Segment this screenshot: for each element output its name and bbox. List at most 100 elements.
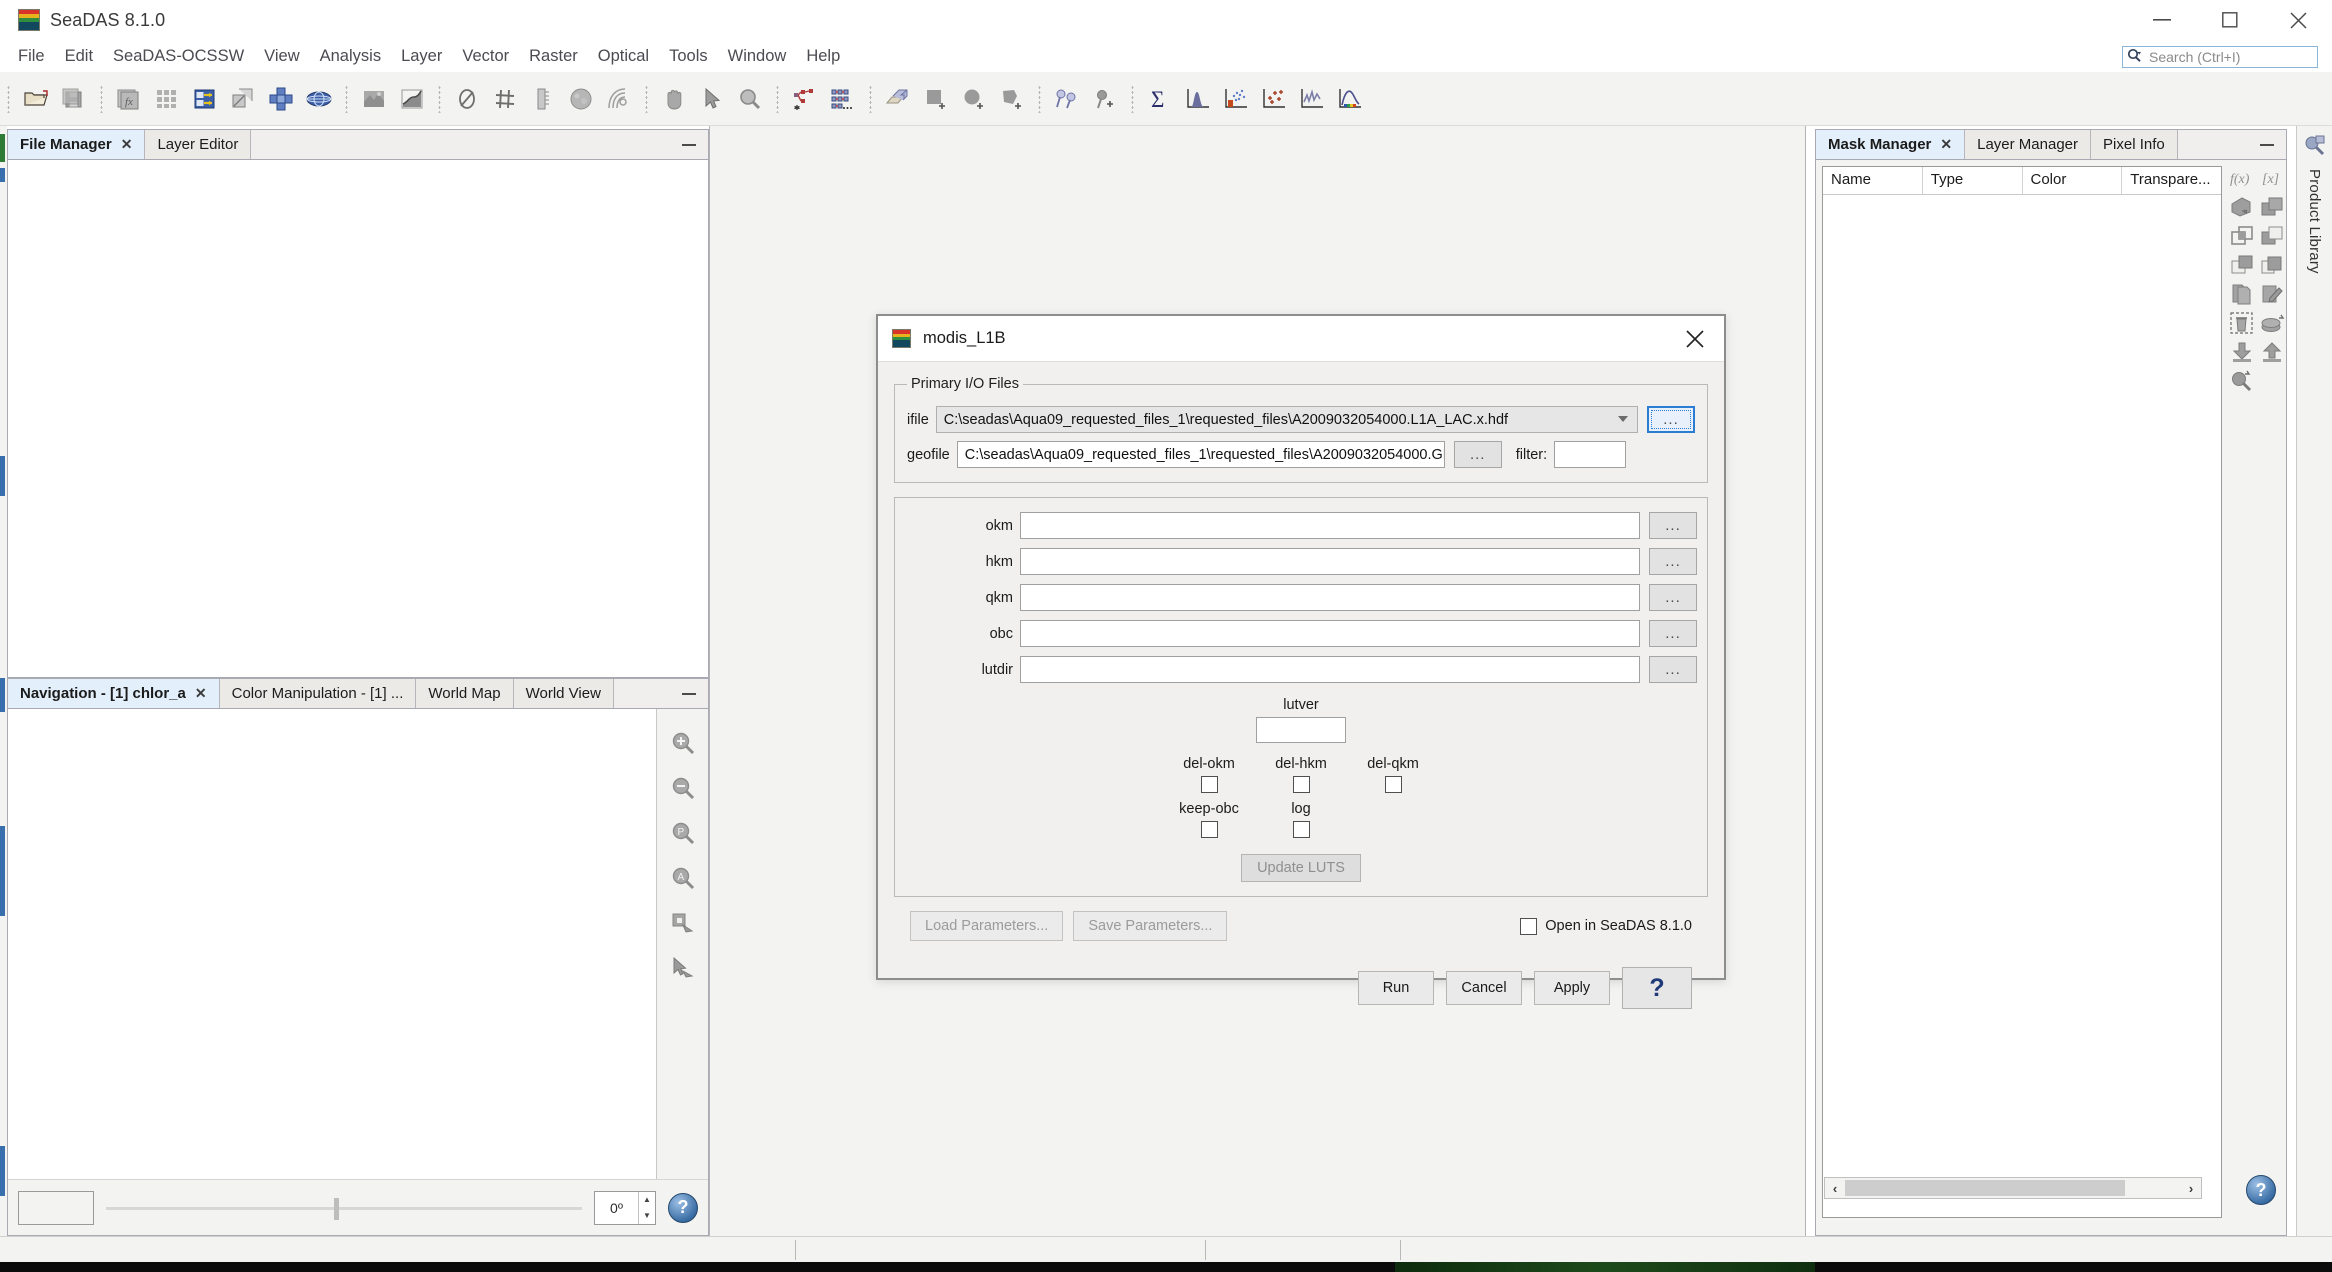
menu-tools[interactable]: Tools	[659, 43, 718, 70]
del-okm-checkbox[interactable]	[1200, 776, 1218, 793]
ellipse-draw-icon[interactable]	[956, 81, 992, 117]
apply-button[interactable]: Apply	[1534, 971, 1610, 1005]
close-icon[interactable]	[1674, 318, 1716, 360]
product-grid-icon[interactable]	[149, 81, 185, 117]
navigation-help-button[interactable]: ?	[668, 1192, 698, 1223]
lutver-input[interactable]	[1256, 717, 1346, 743]
tab-file-manager[interactable]: File Manager ✕	[8, 130, 146, 159]
navigation-thumbnail-box[interactable]	[18, 1190, 94, 1225]
stepper-up-icon[interactable]: ▲	[639, 1192, 655, 1208]
obc-input[interactable]	[1020, 620, 1640, 647]
toolbar-grip[interactable]	[7, 84, 10, 113]
collocate-icon[interactable]	[263, 81, 299, 117]
export-view-icon[interactable]	[880, 81, 916, 117]
mask-horizontal-scrollbar[interactable]: ‹ ›	[1824, 1177, 2202, 1199]
gcp-manager-icon[interactable]	[825, 81, 861, 117]
column-header-transparency[interactable]: Transpare...	[2122, 167, 2221, 194]
tab-mask-manager[interactable]: Mask Manager ✕	[1816, 130, 1966, 159]
band-maths-icon[interactable]: fx	[111, 81, 147, 117]
toolbar-grip[interactable]	[1038, 84, 1041, 113]
okm-input[interactable]	[1020, 512, 1640, 539]
correlative-plot-icon[interactable]	[1256, 81, 1292, 117]
toolbar-grip[interactable]	[776, 84, 779, 113]
minimize-icon[interactable]	[2260, 143, 2274, 146]
polygon-draw-icon[interactable]	[994, 81, 1030, 117]
okm-browse-button[interactable]: ...	[1649, 512, 1697, 539]
band-math-expression-icon[interactable]: f(x)	[2229, 164, 2256, 191]
lutdir-browse-button[interactable]: ...	[1649, 656, 1697, 683]
toolbar-grip[interactable]	[438, 84, 441, 113]
histogram-icon[interactable]	[1180, 81, 1216, 117]
lutdir-input[interactable]	[1020, 656, 1640, 683]
mask-table[interactable]: Name Type Color Transpare...	[1822, 166, 2222, 1218]
tab-pixel-info[interactable]: Pixel Info	[2091, 130, 2178, 159]
pin-manager-icon[interactable]	[1049, 81, 1085, 117]
transfer-mask-icon[interactable]	[2259, 309, 2286, 336]
minimize-icon[interactable]	[2128, 0, 2196, 40]
close-icon[interactable]	[2264, 0, 2332, 40]
land-mask-icon[interactable]	[356, 81, 392, 117]
scroll-right-icon[interactable]: ›	[2181, 1181, 2201, 1196]
scroll-left-icon[interactable]: ‹	[1825, 1181, 1845, 1196]
close-icon[interactable]: ✕	[195, 685, 207, 702]
open-in-seadas-checkbox[interactable]	[1520, 917, 1538, 935]
run-button[interactable]: Run	[1358, 971, 1434, 1005]
toolbar-grip[interactable]	[1131, 84, 1134, 113]
complement-icon[interactable]	[2259, 251, 2286, 278]
tab-color-manipulation[interactable]: Color Manipulation - [1] ...	[219, 679, 417, 708]
zoom-in-icon[interactable]	[667, 727, 699, 759]
mask-manager-help-button[interactable]: ?	[2246, 1175, 2276, 1205]
column-header-name[interactable]: Name	[1823, 167, 1923, 194]
zoom-all-icon[interactable]: A	[667, 862, 699, 894]
update-luts-button[interactable]: Update LUTS	[1241, 854, 1361, 882]
union-icon[interactable]	[2259, 193, 2286, 220]
difference-icon[interactable]	[2259, 222, 2286, 249]
menu-raster[interactable]: Raster	[519, 43, 588, 70]
pan-icon[interactable]	[656, 81, 692, 117]
dialog-help-button[interactable]: ?	[1622, 967, 1692, 1009]
colorbar-icon[interactable]	[525, 81, 561, 117]
scatter-plot-icon[interactable]	[1218, 81, 1254, 117]
zoom-out-icon[interactable]	[667, 772, 699, 804]
tab-world-view[interactable]: World View	[513, 679, 614, 708]
tab-world-map[interactable]: World Map	[416, 679, 514, 708]
rectangle-draw-icon[interactable]	[918, 81, 954, 117]
slider-knob[interactable]	[334, 1197, 340, 1220]
delete-mask-icon[interactable]	[2229, 309, 2256, 336]
save-parameters-button[interactable]: Save Parameters...	[1073, 911, 1228, 941]
maximize-icon[interactable]	[2196, 0, 2264, 40]
statistics-icon[interactable]: Σ	[1142, 81, 1178, 117]
globe-icon[interactable]	[301, 81, 337, 117]
file-manager-content[interactable]	[8, 160, 708, 677]
sync-image-views-icon[interactable]	[667, 907, 699, 939]
toolbar-grip[interactable]	[869, 84, 872, 113]
qkm-input[interactable]	[1020, 584, 1640, 611]
product-library-label[interactable]: Product Library	[2306, 169, 2323, 274]
qkm-browse-button[interactable]: ...	[1649, 584, 1697, 611]
menu-optical[interactable]: Optical	[588, 43, 659, 70]
zoom-icon[interactable]	[732, 81, 768, 117]
spectrum-view-icon[interactable]	[1332, 81, 1368, 117]
del-qkm-checkbox[interactable]	[1384, 776, 1402, 793]
menu-window[interactable]: Window	[718, 43, 797, 70]
ifile-combobox[interactable]: C:\seadas\Aqua09_requested_files_1\reque…	[935, 406, 1638, 433]
no-data-icon[interactable]	[449, 81, 485, 117]
load-parameters-button[interactable]: Load Parameters...	[910, 911, 1064, 941]
reproject-icon[interactable]	[187, 81, 223, 117]
menu-file[interactable]: File	[8, 43, 55, 70]
minimize-icon[interactable]	[682, 692, 696, 695]
zoom-slider[interactable]	[106, 1193, 582, 1223]
minimize-icon[interactable]	[682, 143, 696, 146]
ifile-browse-button[interactable]: ...	[1647, 406, 1695, 433]
tab-layer-editor[interactable]: Layer Editor	[145, 130, 252, 159]
coastline-icon[interactable]	[394, 81, 430, 117]
close-icon[interactable]: ✕	[121, 136, 133, 153]
zoom-to-mask-icon[interactable]	[2229, 367, 2256, 394]
edit-mask-icon[interactable]	[2259, 280, 2286, 307]
product-library-icon[interactable]	[2303, 134, 2327, 161]
del-hkm-checkbox[interactable]	[1292, 776, 1310, 793]
close-icon[interactable]: ✕	[1940, 136, 1952, 153]
copy-mask-icon[interactable]	[2229, 280, 2256, 307]
stepper-arrows[interactable]: ▲ ▼	[638, 1191, 655, 1224]
navigation-canvas[interactable]: P A	[8, 709, 708, 1179]
